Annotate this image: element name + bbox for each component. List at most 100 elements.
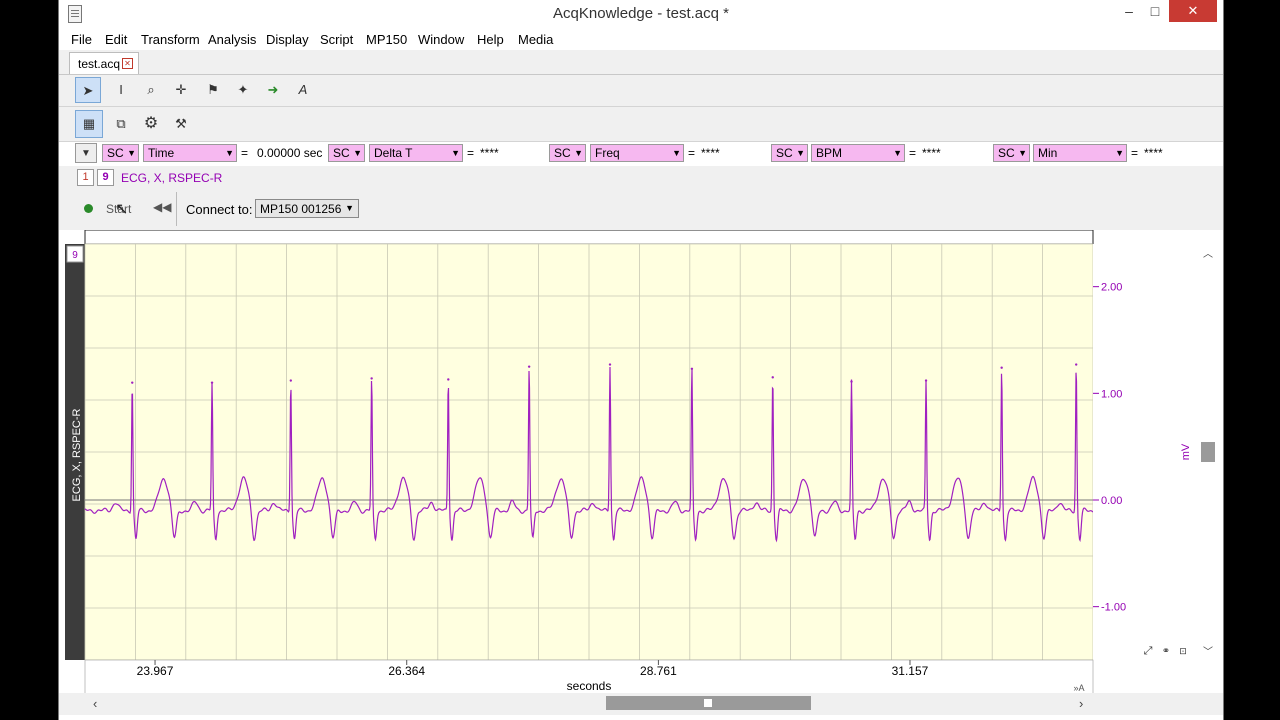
scroll-left-icon[interactable]: ‹: [93, 696, 97, 711]
window-title: AcqKnowledge - test.acq *: [553, 5, 729, 22]
meas2-channel-select[interactable]: SC ▼: [328, 144, 365, 162]
menu-edit[interactable]: Edit: [105, 32, 127, 47]
menu-display[interactable]: Display: [266, 32, 309, 47]
auto-scale-icon[interactable]: ⤢: [1144, 645, 1153, 657]
meas4-channel: SC: [776, 146, 793, 160]
r-peak-point: [924, 379, 928, 382]
link-icon[interactable]: ⚭: [1162, 646, 1170, 657]
scroll-right-icon[interactable]: ›: [1079, 696, 1083, 711]
separator: [176, 192, 177, 226]
rewind-icon[interactable]: ◀◀: [153, 200, 171, 214]
maximize-button[interactable]: □: [1139, 0, 1171, 22]
menu-analysis[interactable]: Analysis: [208, 32, 256, 47]
meas1-channel-select[interactable]: SC ▼: [102, 144, 139, 162]
annotation-icon[interactable]: A: [290, 77, 316, 103]
overlap-icon[interactable]: ⧉: [108, 111, 134, 137]
meas3-type-select[interactable]: Freq ▼: [590, 144, 684, 162]
overview-strip: [84, 229, 1094, 245]
menu-mp150[interactable]: MP150: [366, 32, 407, 47]
menu-transform[interactable]: Transform: [141, 32, 200, 47]
device-value: MP150 001256: [260, 202, 342, 216]
vertical-scroll-thumb[interactable]: [1201, 442, 1215, 462]
measurement-menu-icon[interactable]: ▼: [75, 143, 97, 163]
horizontal-scrollbar[interactable]: ‹ ›: [59, 693, 1223, 715]
menu-media[interactable]: Media: [518, 32, 553, 47]
menu-script[interactable]: Script: [320, 32, 353, 47]
lock-icon[interactable]: ⊡: [1179, 646, 1187, 656]
meas5-type-select[interactable]: Min ▼: [1033, 144, 1127, 162]
ecg-chart[interactable]: 9 ECG, X, RSPEC-R ︿ ﹀ 2.001.000.00-1.00 …: [65, 229, 1217, 700]
meas2-value: ****: [480, 146, 499, 160]
channel-side-label: ECG, X, RSPEC-R: [71, 408, 83, 501]
meas2-equals: =: [467, 146, 475, 160]
document-tab-bar: test.acq ✕: [59, 50, 1223, 75]
toolbar-display: ▦ ⧉ ⚙ ⚒: [59, 107, 1223, 142]
meas5-type: Min: [1038, 146, 1058, 160]
meas4-value: ****: [922, 146, 941, 160]
meas1-type-select[interactable]: Time ▼: [143, 144, 237, 162]
hardware-icon[interactable]: ⚒: [168, 111, 194, 137]
menu-help[interactable]: Help: [477, 32, 504, 47]
x-tick-label: 31.157: [892, 664, 929, 678]
meas3-value: ****: [701, 146, 720, 160]
channel-hide-icon[interactable]: 1: [77, 169, 94, 186]
meas4-channel-select[interactable]: SC ▼: [771, 144, 808, 162]
r-peak-point: [289, 379, 292, 382]
channel-number: 9: [72, 250, 78, 261]
meas5-channel-select[interactable]: SC ▼: [993, 144, 1030, 162]
crosshair-icon[interactable]: ✛: [168, 77, 194, 103]
x-axis-options-icon[interactable]: »A: [1073, 683, 1084, 693]
x-axis-title: seconds: [567, 679, 612, 693]
ibeam-cursor-icon[interactable]: I: [108, 77, 134, 103]
meas3-equals: =: [688, 146, 696, 160]
device-select[interactable]: MP150 001256 ▼: [255, 199, 359, 218]
grid-icon[interactable]: ▦: [75, 110, 103, 138]
chevron-down-icon: ▼: [345, 203, 354, 213]
meas4-type: BPM: [816, 146, 843, 160]
mouse-cursor-icon: ↖: [115, 201, 129, 218]
x-tick-label: 23.967: [137, 664, 174, 678]
tab-close-icon[interactable]: ✕: [122, 58, 133, 69]
scroll-grip-icon: [704, 699, 712, 707]
meas1-channel: SC: [107, 146, 124, 160]
y-tick-label: 1.00: [1101, 388, 1122, 400]
meas5-channel: SC: [998, 146, 1015, 160]
r-peak-point: [447, 378, 450, 381]
menu-bar: File Edit Transform Analysis Display Scr…: [59, 28, 1223, 50]
meas4-equals: =: [909, 146, 917, 160]
horizontal-scroll-thumb[interactable]: [606, 696, 811, 710]
scroll-up-icon[interactable]: ︿: [1203, 249, 1213, 260]
meas3-channel: SC: [554, 146, 571, 160]
meas2-type: Delta T: [374, 146, 413, 160]
meas3-type: Freq: [595, 146, 620, 160]
meas3-channel-select[interactable]: SC ▼: [549, 144, 586, 162]
y-tick-label: -1.00: [1101, 602, 1126, 614]
graph-window: 9 ECG, X, RSPEC-R ︿ ﹀ 2.00 1.00 0.00 -1.00 …: [65, 229, 1217, 700]
acquisition-bar: Start ↖ ◀◀ Connect to: MP150 001256 ▼: [59, 188, 1223, 230]
event-flag-icon[interactable]: ⚑: [200, 77, 226, 103]
meas4-type-select[interactable]: BPM ▼: [811, 144, 905, 162]
toolbar-cursors: ➤ I ⌕ ✛ ⚑ ✦ ➜ A: [59, 75, 1223, 107]
close-button[interactable]: ✕: [1169, 0, 1217, 22]
meas2-type-select[interactable]: Delta T ▼: [369, 144, 463, 162]
y-tick-label: 0.00: [1101, 495, 1122, 507]
channel-label: ECG, X, RSPEC-R: [121, 171, 223, 185]
zoom-icon[interactable]: ⌕: [138, 77, 164, 103]
menu-file[interactable]: File: [71, 32, 92, 47]
meas1-value: 0.00000 sec: [257, 146, 323, 160]
arrow-cursor-icon[interactable]: ➤: [75, 77, 101, 103]
r-peak-point: [608, 363, 612, 366]
r-peak-point: [1075, 363, 1078, 366]
app-window: AcqKnowledge - test.acq * – □ ✕ File Edi…: [58, 0, 1224, 720]
rubber-icon[interactable]: ✦: [230, 77, 256, 103]
channel-9-button[interactable]: 9: [97, 169, 114, 186]
gear-icon[interactable]: ⚙: [138, 111, 164, 137]
x-tick-label: 28.761: [640, 664, 677, 678]
scroll-down-icon[interactable]: ﹀: [1203, 646, 1213, 658]
menu-window[interactable]: Window: [418, 32, 464, 47]
title-bar: AcqKnowledge - test.acq * – □ ✕: [59, 0, 1223, 28]
tab-test-acq[interactable]: test.acq ✕: [69, 52, 139, 74]
r-peak-point: [527, 365, 531, 368]
forward-arrow-icon[interactable]: ➜: [260, 77, 286, 103]
r-peak-point: [771, 376, 774, 379]
